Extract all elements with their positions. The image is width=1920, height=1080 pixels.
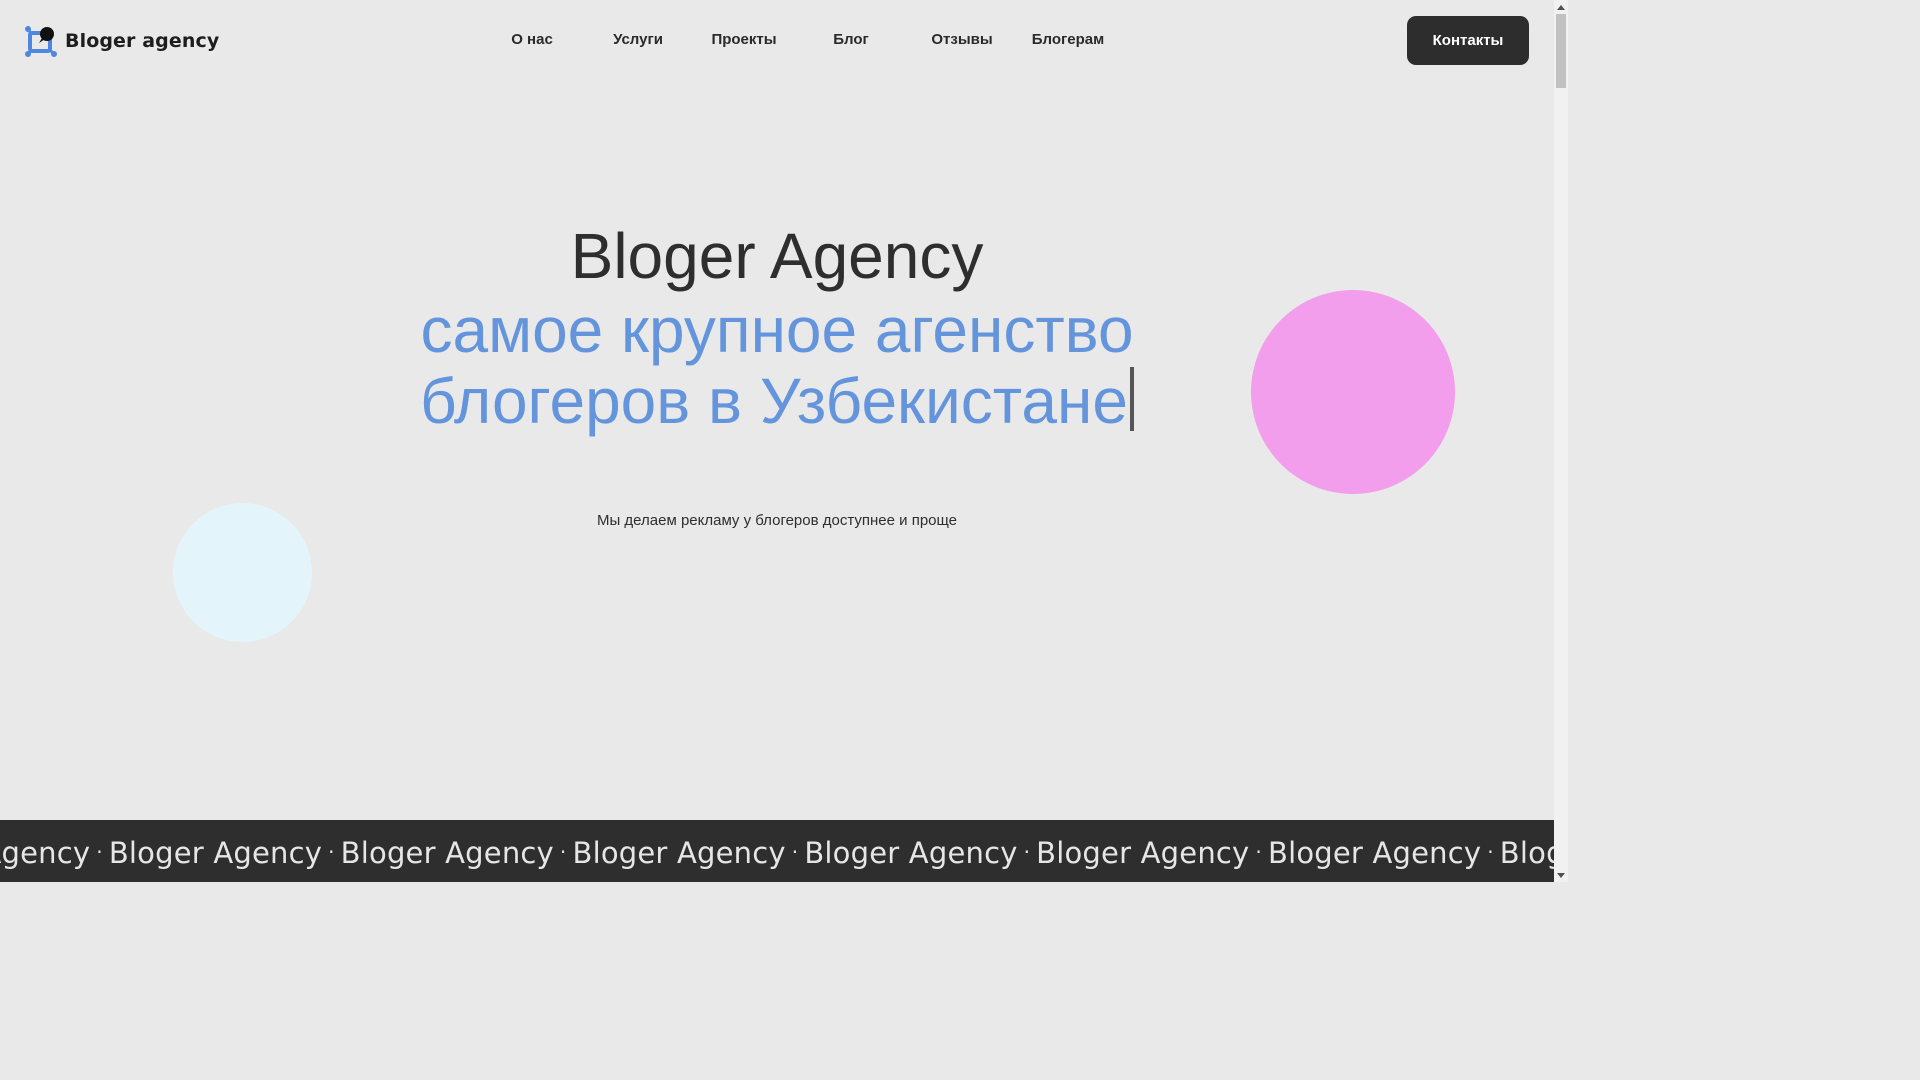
hero-subtitle-line-2-text: блогеров в Узбекистане: [420, 365, 1128, 437]
scrollbar-thumb[interactable]: [1556, 14, 1566, 88]
marquee-item: Bloger Agency: [804, 836, 1018, 870]
brand-name: Bloger agency: [65, 30, 220, 52]
marquee-separator: ·: [1487, 840, 1494, 864]
marquee-item: Bloger Agency: [1499, 836, 1554, 870]
nav-item-for-bloggers[interactable]: Блогерам: [1032, 31, 1104, 49]
marquee-item: Bloger Agency: [108, 836, 323, 870]
marquee-separator: ·: [328, 840, 335, 864]
marquee-separator: ·: [1023, 840, 1031, 864]
brand-logo-link[interactable]: Bloger agency: [24, 24, 219, 58]
scroll-down-arrow-icon[interactable]: [1554, 868, 1568, 882]
marquee-separator: ·: [96, 840, 103, 864]
marquee-separator: ·: [1255, 840, 1262, 864]
typing-cursor: [1129, 367, 1134, 431]
site-header: Bloger agency О нас Услуги Проекты Блог …: [0, 0, 1554, 82]
contacts-button[interactable]: Контакты: [1407, 16, 1529, 65]
hero-title: Bloger Agency: [570, 220, 984, 292]
nav-item-projects[interactable]: Проекты: [711, 31, 776, 49]
decorative-light-blue-circle: [173, 503, 312, 642]
agency-logo-icon: [25, 26, 57, 57]
marquee-item: Bloger Agency: [572, 836, 786, 870]
decorative-pink-circle: [1251, 290, 1455, 494]
brand-marquee: Bloger Agency·Bloger Agency·Bloger Agenc…: [0, 820, 1554, 882]
marquee-item: Bloger Agency: [1036, 836, 1250, 870]
marquee-separator: ·: [791, 840, 799, 864]
page: Bloger agency О нас Услуги Проекты Блог …: [0, 0, 1568, 882]
nav-item-blog[interactable]: Блог: [833, 31, 869, 49]
scroll-up-arrow-icon[interactable]: [1554, 0, 1568, 14]
marquee-item: Bloger Agency: [0, 836, 91, 870]
marquee-separator: ·: [559, 840, 567, 864]
nav-item-about[interactable]: О нас: [511, 31, 553, 49]
marquee-item: Bloger Agency: [1267, 836, 1482, 870]
marquee-item: Bloger Agency: [340, 836, 554, 870]
nav-item-reviews[interactable]: Отзывы: [931, 31, 992, 49]
marquee-track: Bloger Agency·Bloger Agency·Bloger Agenc…: [0, 834, 1554, 871]
vertical-scrollbar[interactable]: [1554, 0, 1568, 882]
nav-item-services[interactable]: Услуги: [613, 31, 663, 49]
